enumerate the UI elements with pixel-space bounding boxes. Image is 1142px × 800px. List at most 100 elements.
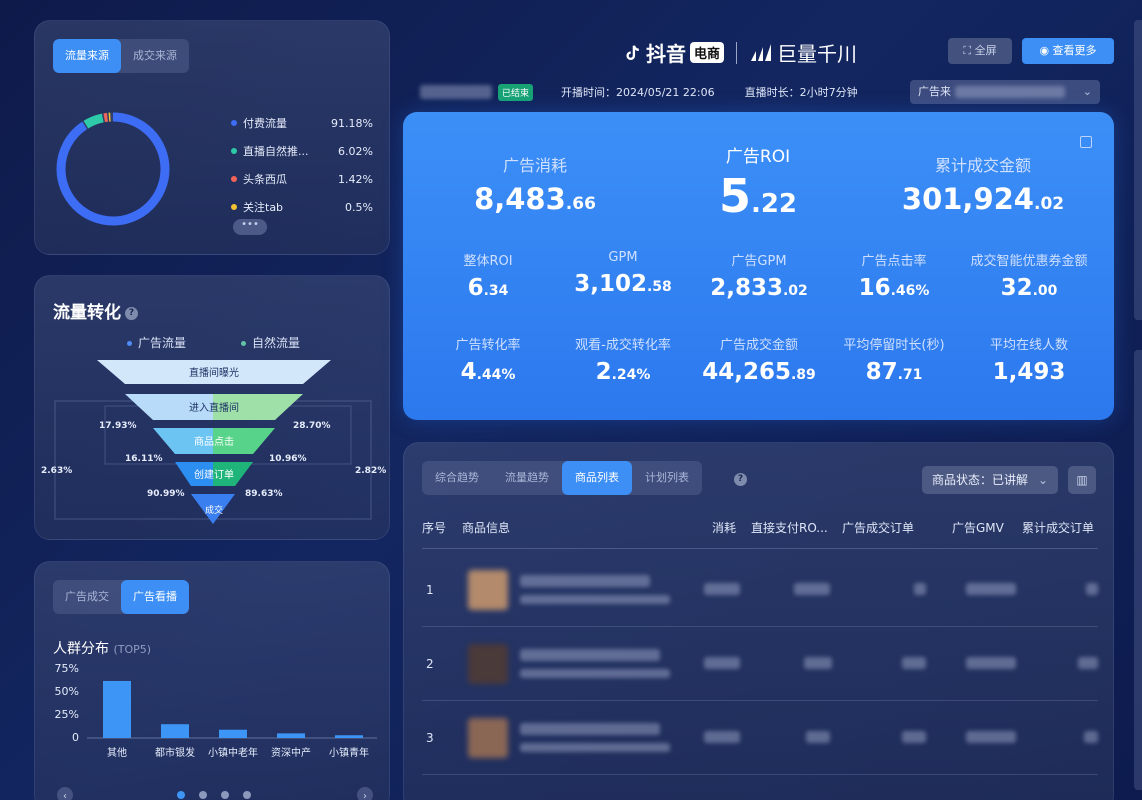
x-tick-label: 都市银发 [155, 746, 195, 759]
bar-4[interactable] [335, 735, 363, 738]
product-meta-redacted [520, 669, 670, 678]
legend-dot [231, 120, 237, 126]
tab-deal-source[interactable]: 成交来源 [121, 39, 189, 73]
funnel-right-rate: 28.70% [293, 421, 331, 431]
tab-overall-trend[interactable]: 综合趋势 [422, 461, 492, 495]
table-header: 序号 商品信息 消耗 直接支付RO... 广告成交订单 广告GMV 累计成交订单 [422, 513, 1098, 549]
kpi-value-int: 301,924 [901, 182, 1034, 216]
legend-value: 1.42% [338, 172, 373, 186]
kpi-value-dec: .02 [782, 283, 808, 299]
kpi-value-dec: .58 [646, 279, 672, 295]
audience-panel: 广告成交 广告看播 人群分布 (TOP5) 75% 50% 25% 0 其他 都市… [34, 561, 390, 800]
legend-value: 0.5% [345, 200, 373, 214]
y-tick-label: 50% [55, 685, 79, 698]
kpi-label: 整体ROI [463, 254, 513, 269]
kpi-value: 87.71 [825, 359, 963, 385]
kpi-label: 观看-成交转化率 [575, 338, 671, 353]
table-row[interactable]: 2 [422, 627, 1098, 701]
help-icon[interactable]: ? [734, 473, 747, 486]
legend-label: 头条西瓜 [243, 173, 287, 186]
legend-dot [231, 148, 237, 154]
kpi-label: 广告ROI [725, 147, 791, 167]
cell-redacted [794, 583, 830, 595]
col-total-orders[interactable]: 累计成交订单 [1022, 519, 1094, 536]
col-direct-roi[interactable]: 直接支付RO... [751, 519, 828, 536]
kpi-value-int: 6 [467, 275, 484, 301]
carousel-dot-active[interactable] [177, 791, 185, 799]
audience-bar-chart: 75% 50% 25% 0 其他 都市银发 小镇中老年 资深中产 小镇青年 ‹ › [55, 662, 377, 800]
kpi-value-dec: .66 [565, 194, 596, 214]
bar-0[interactable] [103, 680, 131, 738]
col-ad-orders[interactable]: 广告成交订单 [842, 519, 914, 536]
tab-product-list[interactable]: 商品列表 [562, 461, 632, 495]
funnel-outer-left-rate: 2.63% [41, 466, 72, 476]
side-panel-edge [1134, 350, 1142, 790]
table-row[interactable]: 1 [422, 553, 1098, 627]
col-ad-gmv[interactable]: 广告GMV [952, 519, 1004, 536]
kpi-value: 6.34 [419, 275, 557, 301]
x-tick-label: 小镇中老年 [208, 746, 258, 759]
bar-2[interactable] [219, 729, 247, 738]
account-select-value: 广告来 [918, 85, 951, 98]
col-index: 序号 [422, 521, 447, 535]
legend-more-button[interactable]: ••• [233, 219, 267, 235]
funnel-stage-label: 成交 [205, 504, 223, 516]
kpi-value-int: 16 [858, 275, 891, 301]
table-row[interactable]: 3 [422, 701, 1098, 775]
product-thumbnail [468, 644, 508, 684]
kpi-ad-spend: 广告消耗 8,483.66 [455, 152, 615, 216]
start-time: 开播时间：2024/05/21 22:06 [561, 86, 715, 99]
column-settings-button[interactable]: ▥ [1068, 466, 1096, 494]
carousel-dot[interactable] [199, 791, 207, 799]
carousel-dot[interactable] [221, 791, 229, 799]
cell-redacted [966, 731, 1016, 743]
product-title-redacted [520, 649, 660, 661]
fullscreen-label: 全屏 [974, 44, 997, 57]
bar-3[interactable] [277, 733, 305, 738]
kpi-value-int: 4 [460, 359, 477, 385]
kpi-label: 广告GPM [731, 254, 787, 269]
qianchuan-logo-icon [751, 43, 772, 61]
carousel-dot[interactable] [243, 791, 251, 799]
eye-icon: ◉ [1039, 44, 1053, 57]
chevron-down-icon: ⌄ [1082, 85, 1092, 98]
product-status-select[interactable]: 商品状态：已讲解 ⌄ [922, 466, 1058, 494]
y-tick-label: 25% [55, 708, 79, 721]
account-select[interactable]: 广告来 ⌄ [910, 80, 1100, 104]
kpi-label: 广告成交金额 [719, 338, 798, 353]
copy-icon[interactable] [1080, 136, 1092, 148]
tab-traffic-source[interactable]: 流量来源 [53, 39, 121, 73]
col-product-info: 商品信息 [462, 521, 511, 535]
view-more-button[interactable]: ◉ 查看更多 [1022, 38, 1114, 64]
brand-douyin: 抖音 [646, 42, 686, 66]
kpi-value-int: 44,265 [702, 359, 791, 385]
kpi-ad-cvr: 广告转化率 4.44% [419, 334, 557, 385]
funnel-chart: 直播间曝光 进入直播间 商品点击 创建订单 成交 17.93% 16.11% 9… [41, 360, 386, 524]
bar-1[interactable] [161, 724, 189, 738]
row-index: 3 [426, 731, 434, 745]
kpi-label: 成交智能优惠券金额 [970, 254, 1088, 269]
tab-traffic-trend[interactable]: 流量趋势 [492, 461, 562, 495]
kpi-value-dec: .44% [476, 367, 516, 383]
kpi-ad-ctr: 广告点击率 16.46% [825, 250, 963, 301]
tab-plan-list[interactable]: 计划列表 [632, 461, 702, 495]
kpi-value: 301,924.02 [883, 182, 1083, 216]
donut-slice-0[interactable] [56, 112, 170, 226]
product-title-redacted [520, 575, 650, 587]
kpi-value-int: 1,493 [992, 359, 1066, 385]
cell-redacted [804, 657, 832, 669]
funnel-outer-right-rate: 2.82% [355, 466, 386, 476]
col-spend[interactable]: 消耗 [712, 519, 736, 536]
traffic-source-panel: 流量来源 成交来源 付费流量 91.18% 直播自然推... 6.02% 头条西… [34, 20, 390, 255]
cell-redacted [902, 731, 926, 743]
list-tabs: 综合趋势 流量趋势 商品列表 计划列表 [422, 461, 702, 495]
kpi-value: 3,102.58 [554, 271, 692, 297]
product-meta-redacted [520, 595, 670, 604]
fullscreen-button[interactable]: ⛶ 全屏 [948, 38, 1012, 64]
kpi-ad-gpm: 广告GPM 2,833.02 [690, 250, 828, 301]
product-title-redacted [520, 723, 660, 735]
kpi-total-gmv: 累计成交金额 301,924.02 [883, 152, 1083, 216]
funnel-left-rate: 16.11% [125, 454, 163, 464]
cell-redacted [1084, 731, 1098, 743]
traffic-conversion-panel: 流量转化? 广告流量 自然流量 直播间曝光 进入直播间 商品点击 创建订单 成交… [34, 275, 390, 540]
